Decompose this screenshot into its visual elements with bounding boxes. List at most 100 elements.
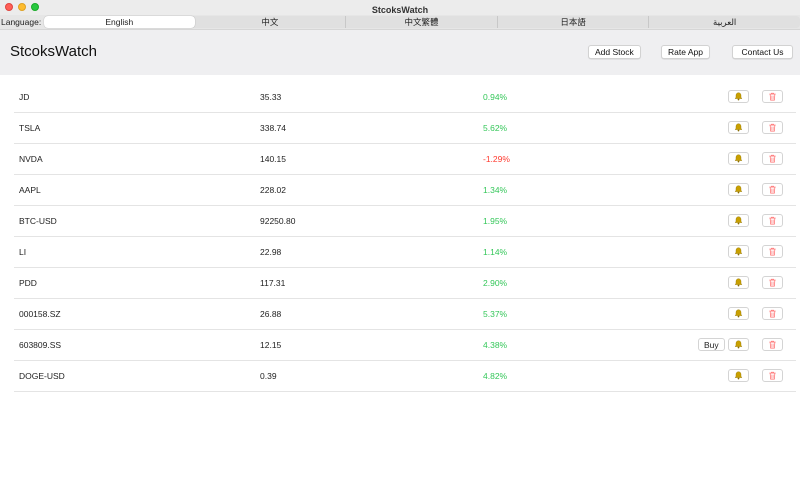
- stock-price: 26.88: [260, 309, 282, 319]
- stock-symbol: LI: [19, 247, 27, 257]
- delete-stock-button[interactable]: [762, 338, 783, 351]
- delete-stock-button[interactable]: [762, 214, 783, 227]
- language-option-arabic[interactable]: العربية: [648, 16, 800, 28]
- stock-list: JD 35.33 0.94% TSLA 338.74 5.62% NVDA 140.15 -1.…: [0, 82, 800, 392]
- stock-row[interactable]: PDD 117.31 2.90%: [14, 268, 796, 299]
- price-alert-button[interactable]: [728, 307, 749, 320]
- stock-symbol: PDD: [19, 278, 37, 288]
- stock-change: 1.34%: [483, 185, 508, 195]
- delete-stock-button[interactable]: [762, 183, 783, 196]
- stock-row[interactable]: 603809.SS 12.15 4.38% Buy: [14, 330, 796, 361]
- bell-icon: [734, 247, 743, 256]
- bell-icon: [734, 185, 743, 194]
- stock-change: 4.82%: [483, 371, 508, 381]
- language-option-english[interactable]: English: [44, 16, 195, 28]
- trash-icon: [768, 247, 777, 256]
- stock-change: 1.95%: [483, 216, 508, 226]
- delete-stock-button[interactable]: [762, 152, 783, 165]
- stock-change: 0.94%: [483, 92, 508, 102]
- language-selector[interactable]: English 中文 中文繁體 日本語 العربية: [44, 16, 800, 28]
- stock-price: 12.15: [260, 340, 282, 350]
- stock-symbol: JD: [19, 92, 30, 102]
- app-header: StcoksWatch Add Stock Rate App Contact U…: [0, 30, 800, 75]
- minimize-window-button[interactable]: [18, 3, 26, 11]
- stock-row[interactable]: TSLA 338.74 5.62%: [14, 113, 796, 144]
- stock-symbol: TSLA: [19, 123, 41, 133]
- close-window-button[interactable]: [5, 3, 13, 11]
- trash-icon: [768, 123, 777, 132]
- language-label: Language:: [1, 17, 42, 27]
- trash-icon: [768, 216, 777, 225]
- bell-icon: [734, 92, 743, 101]
- bell-icon: [734, 309, 743, 318]
- trash-icon: [768, 371, 777, 380]
- stock-change: 2.90%: [483, 278, 508, 288]
- stock-row[interactable]: LI 22.98 1.14%: [14, 237, 796, 268]
- stock-row[interactable]: NVDA 140.15 -1.29%: [14, 144, 796, 175]
- stock-symbol: AAPL: [19, 185, 41, 195]
- stock-row[interactable]: DOGE-USD 0.39 4.82%: [14, 361, 796, 392]
- delete-stock-button[interactable]: [762, 90, 783, 103]
- bell-icon: [734, 216, 743, 225]
- price-alert-button[interactable]: [728, 121, 749, 134]
- trash-icon: [768, 309, 777, 318]
- stock-row[interactable]: BTC-USD 92250.80 1.95%: [14, 206, 796, 237]
- stock-symbol: NVDA: [19, 154, 43, 164]
- stock-change: 4.38%: [483, 340, 508, 350]
- price-alert-button[interactable]: [728, 183, 749, 196]
- buy-button[interactable]: Buy: [698, 338, 725, 351]
- stock-price: 117.31: [260, 278, 286, 288]
- price-alert-button[interactable]: [728, 245, 749, 258]
- bell-icon: [734, 371, 743, 380]
- stock-price: 140.15: [260, 154, 286, 164]
- delete-stock-button[interactable]: [762, 121, 783, 134]
- stock-price: 92250.80: [260, 216, 296, 226]
- price-alert-button[interactable]: [728, 369, 749, 382]
- stock-row[interactable]: AAPL 228.02 1.34%: [14, 175, 796, 206]
- stock-symbol: BTC-USD: [19, 216, 57, 226]
- bell-icon: [734, 278, 743, 287]
- title-bar: StcoksWatch: [0, 0, 800, 15]
- window-controls: [5, 3, 39, 11]
- stock-symbol: 000158.SZ: [19, 309, 61, 319]
- trash-icon: [768, 340, 777, 349]
- stock-price: 228.02: [260, 185, 286, 195]
- price-alert-button[interactable]: [728, 90, 749, 103]
- trash-icon: [768, 154, 777, 163]
- trash-icon: [768, 185, 777, 194]
- trash-icon: [768, 278, 777, 287]
- language-option-simplified-chinese[interactable]: 中文: [195, 16, 346, 28]
- delete-stock-button[interactable]: [762, 307, 783, 320]
- stock-change: 1.14%: [483, 247, 508, 257]
- add-stock-button[interactable]: Add Stock: [588, 45, 641, 59]
- language-option-traditional-chinese[interactable]: 中文繁體: [345, 16, 497, 28]
- window-title: StcoksWatch: [371, 5, 429, 15]
- price-alert-button[interactable]: [728, 214, 749, 227]
- bell-icon: [734, 123, 743, 132]
- language-bar: Language: English 中文 中文繁體 日本語 العربية: [0, 15, 800, 30]
- stock-price: 0.39: [260, 371, 277, 381]
- stock-row[interactable]: 000158.SZ 26.88 5.37%: [14, 299, 796, 330]
- stock-change: 5.37%: [483, 309, 508, 319]
- price-alert-button[interactable]: [728, 276, 749, 289]
- delete-stock-button[interactable]: [762, 245, 783, 258]
- delete-stock-button[interactable]: [762, 369, 783, 382]
- stock-price: 22.98: [260, 247, 282, 257]
- price-alert-button[interactable]: [728, 152, 749, 165]
- price-alert-button[interactable]: [728, 338, 749, 351]
- bell-icon: [734, 340, 743, 349]
- bell-icon: [734, 154, 743, 163]
- rate-app-button[interactable]: Rate App: [661, 45, 710, 59]
- stock-price: 35.33: [260, 92, 282, 102]
- language-option-japanese[interactable]: 日本語: [496, 16, 649, 28]
- stock-change: 5.62%: [483, 123, 508, 133]
- trash-icon: [768, 92, 777, 101]
- zoom-window-button[interactable]: [31, 3, 39, 11]
- stock-symbol: 603809.SS: [19, 340, 62, 350]
- stock-symbol: DOGE-USD: [19, 371, 65, 381]
- stock-change: -1.29%: [483, 154, 510, 164]
- delete-stock-button[interactable]: [762, 276, 783, 289]
- contact-us-button[interactable]: Contact Us: [732, 45, 793, 59]
- stock-row[interactable]: JD 35.33 0.94%: [14, 82, 796, 113]
- app-title: StcoksWatch: [10, 43, 97, 60]
